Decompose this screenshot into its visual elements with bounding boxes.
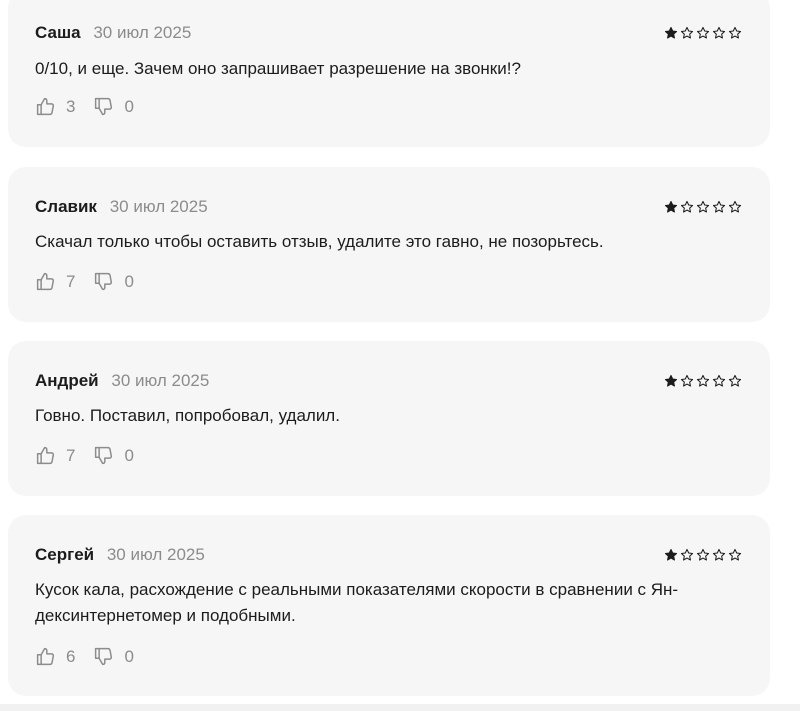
review-author: Андрей bbox=[35, 371, 99, 390]
review-card: Сергей 30 июл 2025 Кусок кала, расхожден… bbox=[8, 515, 770, 696]
star-outline-icon bbox=[696, 548, 710, 561]
thumbs-down-icon bbox=[95, 97, 113, 116]
thumbs-down-icon bbox=[95, 446, 113, 465]
dislike-button[interactable]: 0 bbox=[93, 445, 134, 466]
like-button[interactable]: 7 bbox=[35, 445, 75, 466]
dislike-button[interactable]: 0 bbox=[93, 96, 134, 117]
rating-stars bbox=[664, 26, 742, 40]
dislike-count: 0 bbox=[124, 445, 134, 465]
star-outline-icon bbox=[728, 548, 742, 561]
review-votes: 3 0 bbox=[35, 96, 152, 117]
review-card: Славик 30 июл 2025 Скачал только чтобы о… bbox=[8, 167, 770, 322]
review-text: Кусок кала, расхождение с реальными пока… bbox=[35, 580, 679, 625]
review-date: 30 июл 2025 bbox=[93, 23, 192, 42]
star-outline-icon bbox=[696, 200, 710, 213]
review-text: Говно. Поставил, попробовал, удалил. bbox=[35, 406, 340, 425]
like-button[interactable]: 3 bbox=[35, 96, 75, 117]
review-votes: 6 0 bbox=[35, 646, 152, 667]
review-votes: 7 0 bbox=[35, 271, 152, 292]
dislike-count: 0 bbox=[124, 96, 134, 116]
review-votes: 7 0 bbox=[35, 445, 152, 466]
star-outline-icon bbox=[680, 548, 694, 561]
star-filled-icon bbox=[664, 374, 678, 387]
review-header: Сергей 30 июл 2025 bbox=[35, 545, 205, 565]
like-count: 7 bbox=[66, 445, 76, 465]
dislike-count: 0 bbox=[124, 646, 134, 666]
star-outline-icon bbox=[696, 374, 710, 387]
star-outline-icon bbox=[728, 26, 742, 39]
review-author: Славик bbox=[35, 197, 97, 216]
star-outline-icon bbox=[680, 374, 694, 387]
reviews-list: Саша 30 июл 2025 0/10, и еще. Зачем оно … bbox=[0, 0, 800, 711]
star-outline-icon bbox=[712, 548, 726, 561]
review-header: Андрей 30 июл 2025 bbox=[35, 371, 209, 391]
star-outline-icon bbox=[712, 200, 726, 213]
rating-stars bbox=[664, 200, 742, 214]
review-date: 30 июл 2025 bbox=[109, 197, 208, 216]
star-outline-icon bbox=[728, 374, 742, 387]
thumbs-up-icon bbox=[36, 647, 55, 666]
star-outline-icon bbox=[728, 200, 742, 213]
star-filled-icon bbox=[664, 26, 678, 39]
dislike-button[interactable]: 0 bbox=[93, 271, 134, 292]
star-outline-icon bbox=[696, 26, 710, 39]
rating-stars bbox=[664, 374, 742, 388]
star-outline-icon bbox=[680, 26, 694, 39]
review-author: Саша bbox=[35, 23, 81, 42]
like-button[interactable]: 7 bbox=[35, 271, 75, 292]
thumbs-down-icon bbox=[95, 272, 113, 291]
thumbs-down-icon bbox=[95, 647, 113, 666]
star-outline-icon bbox=[712, 26, 726, 39]
thumbs-up-icon bbox=[36, 272, 55, 291]
review-card: Саша 30 июл 2025 0/10, и еще. Зачем оно … bbox=[8, 0, 770, 147]
thumbs-up-icon bbox=[36, 97, 55, 116]
star-outline-icon bbox=[680, 200, 694, 213]
page-bottom-divider bbox=[0, 704, 800, 711]
star-outline-icon bbox=[712, 374, 726, 387]
review-date: 30 июл 2025 bbox=[111, 371, 210, 390]
review-date: 30 июл 2025 bbox=[106, 545, 205, 564]
review-header: Саша 30 июл 2025 bbox=[35, 23, 191, 43]
star-filled-icon bbox=[664, 548, 678, 561]
star-filled-icon bbox=[664, 200, 678, 213]
review-text: Скачал только чтобы оставить отзыв, удал… bbox=[35, 232, 604, 251]
review-header: Славик 30 июл 2025 bbox=[35, 197, 208, 217]
thumbs-up-icon bbox=[36, 446, 55, 465]
dislike-button[interactable]: 0 bbox=[93, 646, 134, 667]
dislike-count: 0 bbox=[124, 271, 134, 291]
review-author: Сергей bbox=[35, 545, 95, 564]
like-button[interactable]: 6 bbox=[35, 646, 75, 667]
review-text: 0/10, и еще. Зачем оно запрашивает разре… bbox=[35, 59, 521, 78]
rating-stars bbox=[664, 548, 742, 562]
like-count: 7 bbox=[66, 271, 76, 291]
like-count: 3 bbox=[66, 96, 76, 116]
review-card: Андрей 30 июл 2025 Говно. Поставил, попр… bbox=[8, 341, 770, 496]
like-count: 6 bbox=[66, 646, 76, 666]
